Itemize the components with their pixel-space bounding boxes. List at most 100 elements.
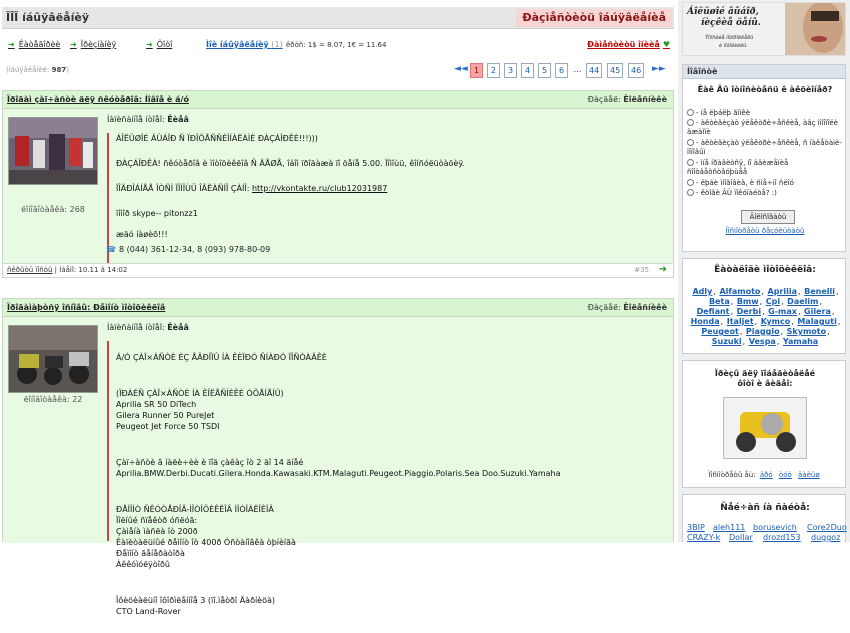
poll-box: Íîâîñòè Êàê Âû îòíîñèòåñü ê àêöèîíåð? - … [682, 64, 846, 252]
post-photo[interactable] [8, 325, 98, 393]
radio-icon[interactable] [687, 139, 694, 146]
post-id: #35 [634, 266, 649, 274]
arrow-right-icon[interactable]: ➜ [659, 264, 667, 275]
poll-option[interactable]: - ëþáè ìíîãîâèä, è ñìå÷íî ñëîó [687, 179, 845, 188]
brand-link[interactable]: Gilera [804, 307, 831, 316]
brand-link[interactable]: Aprilia [768, 287, 798, 296]
hide-posts-link[interactable]: ñêðûòü ïîñòû [7, 266, 52, 274]
brands-title: Êàòàëîãè ìîòîöèêëîâ: [714, 265, 816, 275]
post-paragraph: ÐÀÇÁÎÐÊÀ! ñêóòåðîâ è ìîòîöèêëîâ Ñ ÄÅØÅ, … [116, 159, 465, 168]
vk-club-link[interactable]: http://vkontakte.ru/club12031987 [252, 184, 387, 193]
page-45[interactable]: 45 [607, 63, 624, 78]
radio-icon[interactable] [687, 159, 694, 166]
poll-option[interactable]: - ìíå íðàâèòñÿ, íî äâèæåíèå ñîîòâåòñòâóþ… [687, 159, 845, 177]
post-paragraph: (ÏÐÀÉÑ ÇÀÏ×ÀÑÒÈ ÍÀ ÊÎËÅÑÍÈÊÈ ÓÖÅÍÅÍÛ) Ap… [116, 389, 284, 431]
arrow-right-icon: ➜ [146, 40, 153, 49]
page-title: ÏÎÏ íáûÿâëåíèÿ [6, 11, 90, 24]
brand-link[interactable]: Daelim [787, 297, 818, 306]
user-link[interactable]: borusevich [753, 523, 797, 533]
top-bar: ÏÎÏ íáûÿâëåíèÿ Ðàçìåñòèòü îáúÿâëåíèå [2, 7, 674, 29]
phone-icon: ☎ [106, 245, 116, 254]
vote-button[interactable]: Ãîëîñîâàòü [741, 210, 795, 224]
brand-link[interactable]: Kymco [761, 317, 790, 326]
page-44[interactable]: 44 [586, 63, 603, 78]
page-4[interactable]: 4 [521, 63, 534, 78]
poll-header: Íîâîñòè [683, 65, 845, 79]
brand-link[interactable]: G-max [768, 307, 797, 316]
listing-count: (íáúÿâëåíèé: 987) [6, 66, 69, 74]
toolbar-photo-link[interactable]: ➜ Ôîòî [146, 40, 172, 49]
author-message-count: ëîíîâîòàåêà: 22 [23, 395, 83, 404]
main-column: ÏÎÏ íáûÿâëåíèÿ Ðàçìåñòèòü îáúÿâëåíèå ➜ Êà… [0, 0, 676, 616]
brand-link[interactable]: Alfamoto [719, 287, 760, 296]
page-1[interactable]: 1 [470, 63, 483, 78]
post-title[interactable]: Ïðîäàìàþòñÿ îñíîâû: Ðåìîíò ìîòîöèêëîâ [7, 303, 165, 312]
prize-image[interactable] [723, 397, 807, 459]
prize-link[interactable]: äðó [760, 471, 773, 479]
listing-post: Ïðîäàìàþòñÿ îñíîâû: Ðåìîíò ìîòîöèêëîâ Ðà… [2, 298, 674, 616]
arrow-right-icon: ➜ [70, 40, 77, 49]
brand-link[interactable]: Defiant [697, 307, 730, 316]
toolbar-my-listings-link[interactable]: Ìîè íáûÿâëåíèÿ (1) [206, 40, 283, 49]
radio-icon[interactable] [687, 119, 694, 126]
brand-link[interactable]: Bmw [737, 297, 759, 306]
brand-link[interactable]: Vespa [749, 337, 776, 346]
radio-icon[interactable] [687, 189, 694, 196]
page-3[interactable]: 3 [504, 63, 517, 78]
brand-link[interactable]: Beta [709, 297, 730, 306]
ad-banner[interactable]: Áîëüøîé âûáîð, íèçêèå öåíû. Ÿïîíñêèå ìîò… [682, 2, 846, 56]
brand-link[interactable]: Honda [691, 317, 720, 326]
brand-link[interactable]: Peugeot [701, 327, 738, 336]
user-link[interactable]: aleh111 [713, 523, 745, 533]
next-page-icon[interactable]: ►► [650, 63, 668, 78]
add-listing-button[interactable]: Ðàçìåñòèòü îáúÿâëåíèå [516, 9, 672, 27]
poll-option[interactable]: - êòîâè ÂÛ ïîêóïàéòå? :) [687, 189, 845, 198]
poll-option[interactable]: - àêòèâèçàò ýëåêòðè÷åñêèå, àâç ìîíîïîëè … [687, 119, 845, 137]
brand-link[interactable]: Adly [692, 287, 712, 296]
brand-link[interactable]: Piaggio [746, 327, 780, 336]
poll-option[interactable]: - àêòèâèçàò ýëåêòðè÷åñêèå, ñ ïàêåòàìè-ïî… [687, 139, 845, 157]
prize-link[interactable]: òóò [779, 471, 792, 479]
post-paragraph: Îôèöèàëüíî îôîðìëåííîå 3 (ïî.ìåòðî Äàðíè… [116, 596, 276, 616]
brand-link[interactable]: Skymoto [787, 327, 826, 336]
radio-icon[interactable] [687, 179, 694, 186]
brand-link[interactable]: Suzuki [712, 337, 742, 346]
post-body: ëîíîâîòàåêà: 22 Íàïèñàííîå íòîåî: Êèåâ Á… [3, 317, 673, 616]
toolbar-recognitions-link[interactable]: ➜ Ïðèçíàíèÿ [70, 40, 116, 49]
post-paragraph: ÏÎÄÐÎÁÍÅÅ ÎÒÑÌ ÏÎÌÎÙÜ ÎÃËÀÑÍÎ ÇÀÍÎ: http… [116, 184, 388, 193]
brand-link[interactable]: Benelli [804, 287, 835, 296]
user-link[interactable]: Core2Duo [807, 523, 847, 533]
page-2[interactable]: 2 [487, 63, 500, 78]
poll-option[interactable]: - íå ëþáëþ ãîíêè [687, 109, 845, 118]
brands-box: Êàòàëîãè ìîòîöèêëîâ: Adly, Alfamoto, Apr… [682, 258, 846, 354]
brand-link[interactable]: Malaguti [797, 317, 837, 326]
prev-page-icon[interactable]: ◄◄ [452, 63, 470, 78]
pagination: ◄◄ 1 2 3 4 5 6 ... 44 45 46 ►► [452, 62, 672, 80]
radio-icon[interactable] [687, 109, 694, 116]
brand-link[interactable]: Cpi [766, 297, 780, 306]
page-46[interactable]: 46 [628, 63, 645, 78]
toolbar-categories-link[interactable]: ➜ Êàòåãîðèè [8, 40, 60, 49]
post-section: Ðàçäåë: Êîëåñíèêè [587, 95, 667, 104]
post-header: Ïðîäàì çàï÷àñòè äëÿ ñêóòåðîâ: Íîâîå è á/… [3, 91, 673, 109]
poll-results-link[interactable]: Ïîñìîòðåòü ðåçóëüòàòû [687, 227, 843, 235]
brand-link[interactable]: Yamaha [783, 337, 818, 346]
my-listings-count: (1) [271, 40, 283, 49]
author-city[interactable]: Êèåâ [167, 115, 189, 124]
prize-links: Ïîñìîòðåòü åù: äðó òóò äàëüø [708, 471, 820, 479]
banner-text: Áîëüøîé âûáîð, [687, 7, 759, 17]
prize-link[interactable]: äàëüø [798, 471, 820, 479]
author-city[interactable]: Êèåâ [167, 323, 189, 332]
post-paragraph: Á/Ó ÇÀÏ×ÀÑÒÈ ÈÇ ÅÂÐÎÏÛ ÍÀ ÊÈÏÐÓ ÑÍÀÐÓ ÏÎ… [116, 353, 327, 362]
page-6[interactable]: 6 [555, 63, 568, 78]
brand-link[interactable]: Italjet [727, 317, 754, 326]
new-post-link[interactable]: Ðàìåñòèòü îíèèå ♥ [587, 40, 670, 49]
user-link[interactable]: 3BIP [687, 523, 705, 533]
post-photo[interactable] [8, 117, 98, 185]
post-title[interactable]: Ïðîäàì çàï÷àñòè äëÿ ñêóòåðîâ: Íîâîå è á/… [7, 95, 189, 104]
page-5[interactable]: 5 [538, 63, 551, 78]
brand-link[interactable]: Derbi [737, 307, 761, 316]
pagination-row: (íáúÿâëåíèé: 987) ◄◄ 1 2 3 4 5 6 ... 44 … [4, 62, 672, 80]
toolbar: ➜ Êàòåãîðèè ➜ Ïðèçíàíèÿ ➜ Ôîòî Ìîè íáûÿâëåí… [4, 40, 672, 54]
post-footer: ñêðûòü ïîñòû | Ìàåìî: 10.11 â 14:02 #35 … [3, 263, 673, 277]
